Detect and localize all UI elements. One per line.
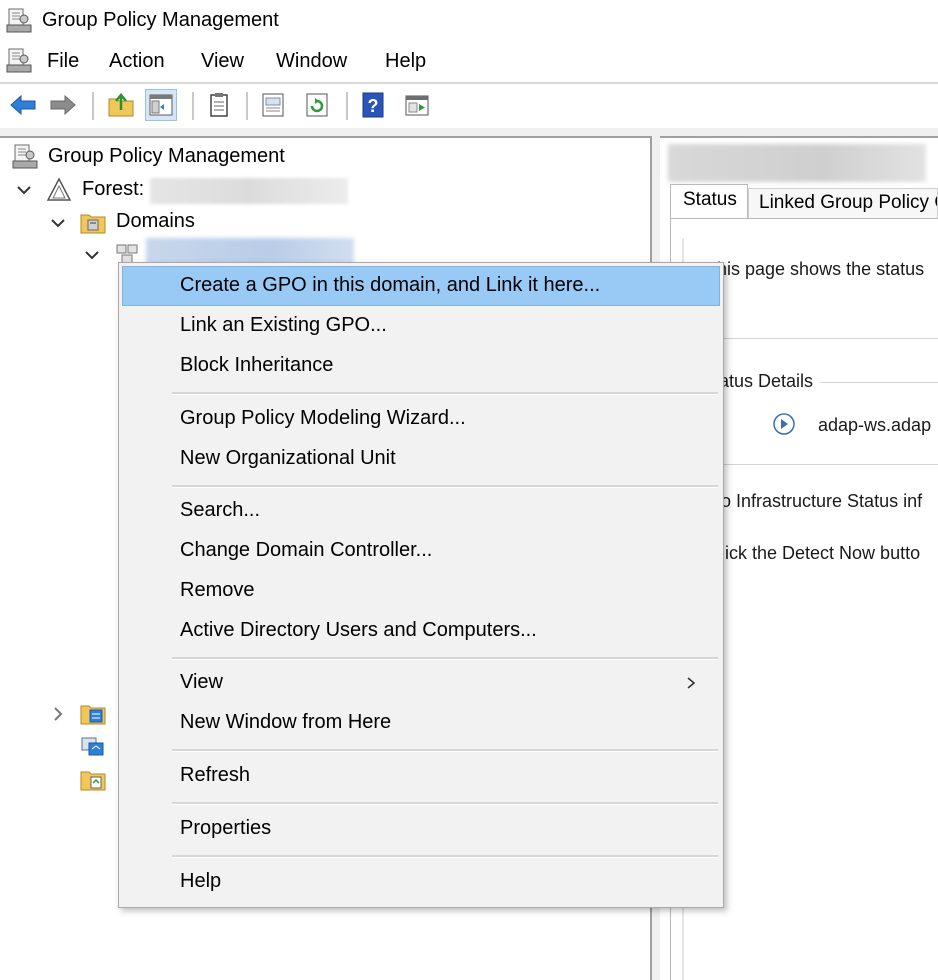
menu-item-refresh[interactable]: Refresh: [122, 756, 720, 796]
menu-item-label: Remove: [180, 579, 255, 601]
forest-icon: [46, 177, 72, 201]
menu-item-ad-users-computers[interactable]: Active Directory Users and Computers...: [122, 611, 720, 651]
tree-forest[interactable]: Forest:: [82, 178, 144, 201]
tab-linked-gpos[interactable]: Linked Group Policy O: [748, 188, 938, 218]
system-menu-icon[interactable]: [6, 48, 32, 74]
gpm-root-icon: [12, 144, 38, 169]
menu-item-change-dc[interactable]: Change Domain Controller...: [122, 531, 720, 571]
toolbar-separator: [346, 92, 348, 120]
menu-separator: [172, 657, 718, 660]
help-icon[interactable]: ?: [358, 90, 388, 120]
console-icon[interactable]: [402, 90, 432, 120]
menu-item-view[interactable]: View: [122, 663, 720, 703]
menu-item-remove[interactable]: Remove: [122, 571, 720, 611]
menu-item-modeling-wizard[interactable]: Group Policy Modeling Wizard...: [122, 399, 720, 439]
clipboard-icon[interactable]: [204, 90, 234, 120]
menu-view[interactable]: View: [201, 50, 244, 73]
detect-now-hint: Click the Detect Now butto: [708, 543, 921, 563]
submenu-arrow-icon: [687, 677, 696, 689]
menu-item-block-inheritance[interactable]: Block Inheritance: [122, 346, 720, 386]
menu-item-label: Search...: [180, 499, 261, 521]
chevron-down-icon[interactable]: [84, 247, 100, 263]
status-description: This page shows the status: [706, 259, 925, 279]
menu-window[interactable]: Window: [276, 50, 347, 73]
toolbar-separator: [192, 92, 194, 120]
back-icon[interactable]: [8, 90, 38, 120]
expand-arrow-icon[interactable]: [772, 412, 796, 436]
infrastructure-status-text: No Infrastructure Status inf: [708, 491, 923, 511]
sites-folder-icon: [80, 705, 106, 725]
menu-file[interactable]: File: [47, 50, 79, 73]
results-folder-icon: [80, 771, 106, 791]
menu-help[interactable]: Help: [385, 50, 426, 73]
toolbar: [0, 84, 938, 128]
redacted-forest-name: [150, 178, 348, 204]
tree-domains[interactable]: Domains: [116, 210, 195, 233]
toolbar-bottom-border: [0, 128, 938, 136]
tab-status[interactable]: Status: [670, 184, 748, 218]
menu-item-link-existing-gpo[interactable]: Link an Existing GPO...: [122, 306, 720, 346]
panel-divider: [690, 338, 938, 339]
menu-item-label: New Window from Here: [180, 711, 392, 733]
up-folder-icon[interactable]: [106, 90, 136, 120]
modeling-icon: [81, 737, 104, 756]
menu-item-label: Group Policy Modeling Wizard...: [180, 407, 466, 429]
menu-item-label: Link an Existing GPO...: [180, 314, 387, 336]
menu-item-help[interactable]: Help: [122, 862, 720, 902]
menu-item-properties[interactable]: Properties: [122, 809, 720, 849]
menu-item-label: Properties: [180, 817, 272, 839]
menu-item-label: View: [180, 671, 223, 693]
svg-text:?: ?: [368, 96, 379, 116]
show-hide-tree-icon[interactable]: [145, 89, 177, 121]
properties-icon[interactable]: [258, 90, 288, 120]
menu-item-label: Help: [180, 870, 222, 892]
redacted-details-header: [668, 144, 926, 182]
menu-item-search[interactable]: Search...: [122, 491, 720, 531]
menu-separator: [172, 855, 718, 858]
toolbar-separator: [92, 92, 94, 120]
menu-separator: [172, 802, 718, 805]
menu-separator: [172, 392, 718, 395]
menu-item-create-gpo-link[interactable]: Create a GPO in this domain, and Link it…: [122, 266, 720, 306]
menu-item-new-window[interactable]: New Window from Here: [122, 703, 720, 743]
menu-item-label: Change Domain Controller...: [180, 539, 433, 561]
chevron-down-icon[interactable]: [50, 215, 66, 231]
domain-controller-name: adap-ws.adap: [818, 415, 932, 435]
group-box-line: [820, 382, 938, 383]
menu-item-new-ou[interactable]: New Organizational Unit: [122, 439, 720, 479]
chevron-down-icon[interactable]: [16, 182, 32, 198]
chevron-right-icon[interactable]: [50, 706, 66, 722]
domains-folder-icon: [80, 214, 106, 234]
menu-action[interactable]: Action: [109, 50, 165, 73]
menu-item-label: Block Inheritance: [180, 354, 334, 376]
menu-item-label: Active Directory Users and Computers...: [180, 619, 537, 641]
menu-separator: [172, 485, 718, 488]
menu-item-label: New Organizational Unit: [180, 447, 396, 469]
tree-root[interactable]: Group Policy Management: [48, 145, 285, 168]
menu-item-label: Refresh: [180, 764, 251, 786]
forward-icon[interactable]: [48, 90, 78, 120]
gpm-app-icon: [6, 8, 32, 33]
panel-divider: [690, 464, 938, 465]
refresh-icon[interactable]: [302, 90, 332, 120]
window-title: Group Policy Management: [42, 9, 279, 31]
toolbar-separator: [246, 92, 248, 120]
menu-item-label: Create a GPO in this domain, and Link it…: [180, 274, 601, 296]
menu-separator: [172, 749, 718, 752]
